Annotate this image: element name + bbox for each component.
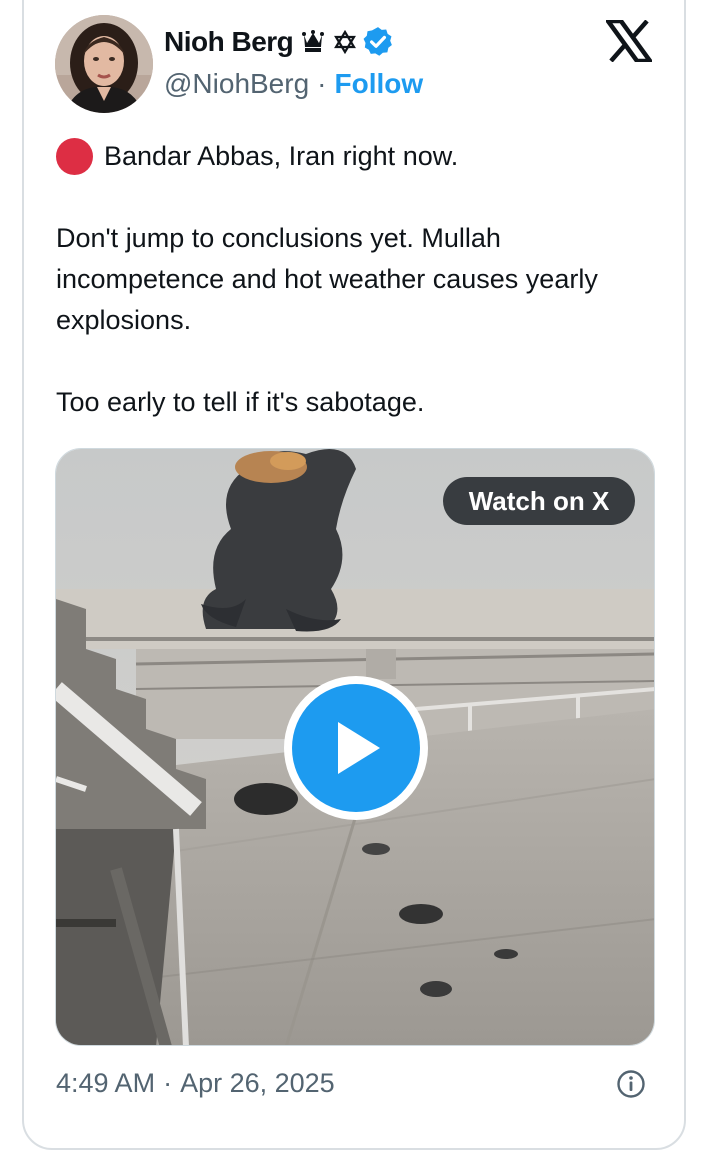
tweet-paragraph-3: Too early to tell if it's sabotage. [56, 387, 425, 417]
info-icon[interactable] [616, 1069, 646, 1099]
tweet-time: 4:49 AM [56, 1067, 156, 1098]
video-thumbnail[interactable]: Watch on X [55, 448, 655, 1046]
play-icon [292, 684, 420, 812]
tweet-paragraph-2: Don't jump to conclusions yet. Mullah in… [56, 223, 598, 335]
tweet-line-1-text: Bandar Abbas, Iran right now. [104, 141, 459, 171]
timestamp-separator: · [163, 1067, 173, 1098]
avatar[interactable] [55, 15, 153, 113]
watch-on-x-button[interactable]: Watch on X [443, 477, 635, 525]
author-display-name[interactable]: Nioh Berg [164, 26, 294, 58]
author-name-row: Nioh Berg [164, 24, 395, 60]
follow-button[interactable]: Follow [334, 68, 423, 100]
verified-badge-icon [361, 25, 395, 59]
author-handle[interactable]: @NiohBerg [164, 68, 309, 100]
x-logo-icon[interactable] [603, 18, 655, 64]
star-of-david-icon [333, 30, 357, 54]
tweet-line-1: Bandar Abbas, Iran right now. [56, 136, 458, 177]
crown-icon [301, 29, 325, 55]
handle-separator: · [317, 68, 327, 99]
tweet-timestamp[interactable]: 4:49 AM · Apr 26, 2025 [56, 1064, 335, 1102]
play-button[interactable] [284, 676, 428, 820]
tweet-date: Apr 26, 2025 [180, 1067, 335, 1098]
red-circle-icon [56, 138, 93, 175]
author-handle-row: @NiohBerg · Follow [164, 66, 423, 102]
